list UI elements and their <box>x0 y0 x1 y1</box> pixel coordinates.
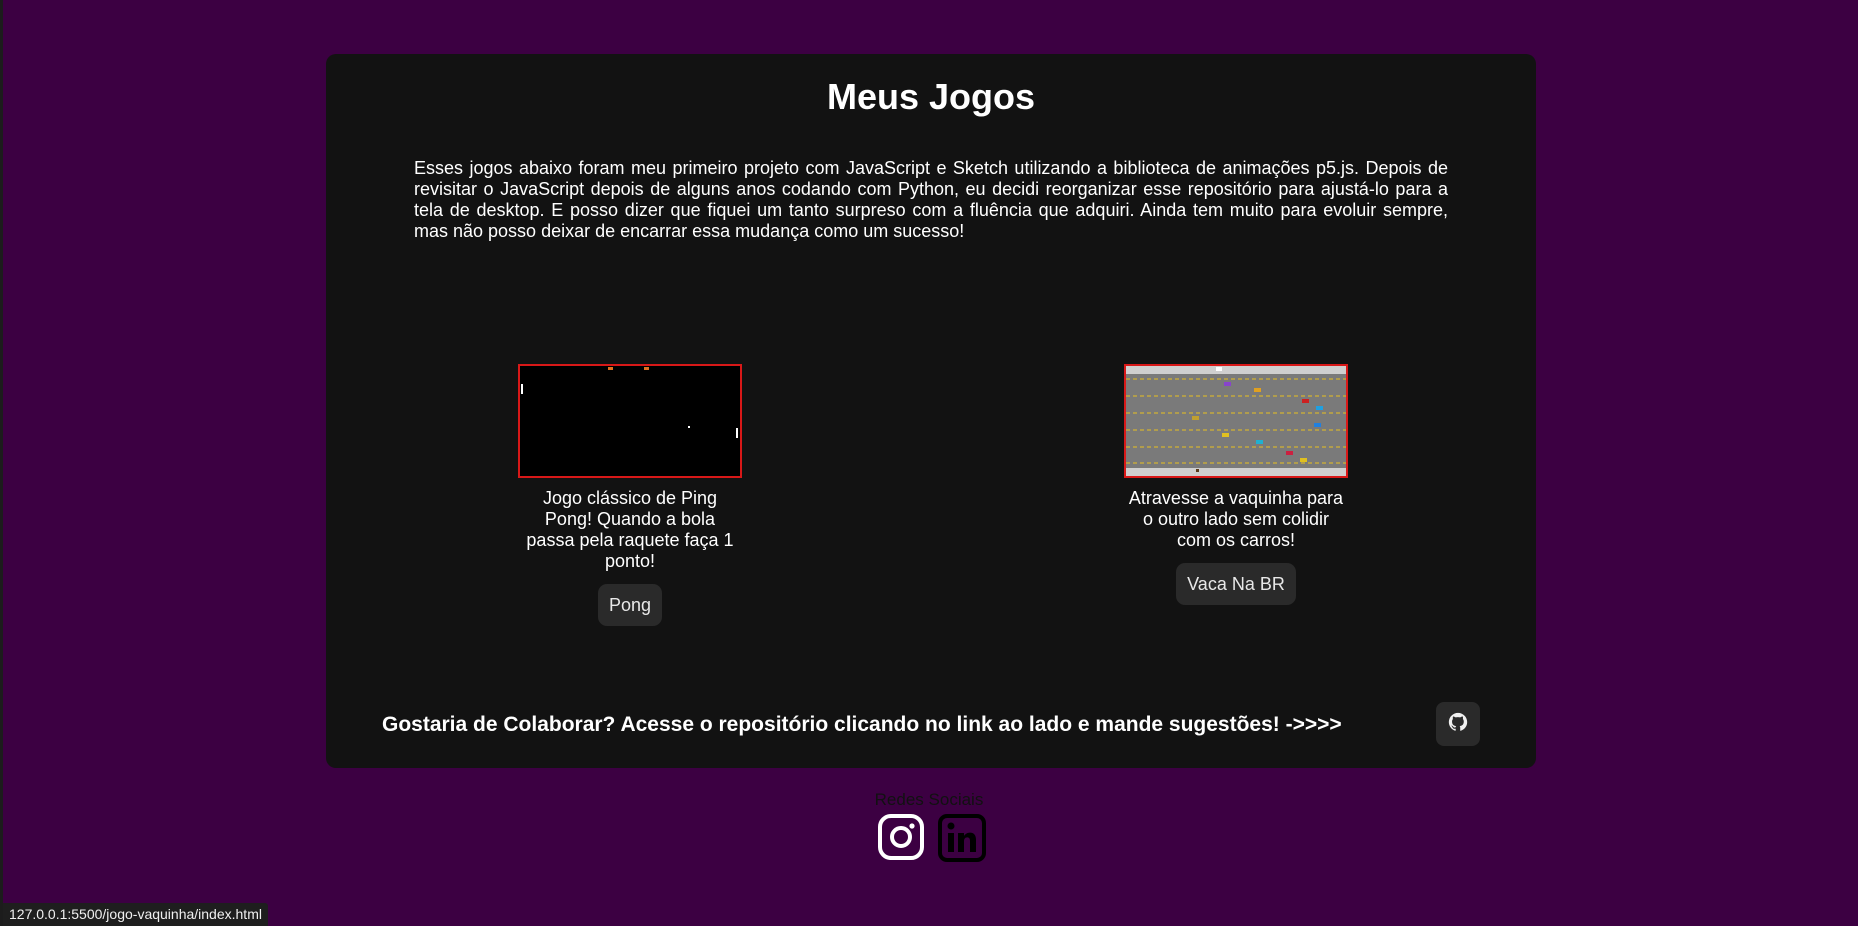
intro-paragraph: Esses jogos abaixo foram meu primeiro pr… <box>414 158 1448 241</box>
instagram-icon <box>878 814 924 864</box>
vaca-na-br-button[interactable]: Vaca Na BR <box>1176 563 1296 605</box>
github-button[interactable] <box>1436 702 1480 746</box>
collaborate-text: Gostaria de Colaborar? Acesse o repositó… <box>382 713 1342 736</box>
game-card-pong: Jogo clássico de Ping Pong! Quando a bol… <box>518 364 742 626</box>
game-card-vaca: Atravesse a vaquinha para o outro lado s… <box>1124 364 1348 605</box>
linkedin-link[interactable] <box>938 814 986 867</box>
main-card: Meus Jogos Esses jogos abaixo foram meu … <box>326 54 1536 768</box>
game-description: Atravesse a vaquinha para o outro lado s… <box>1128 488 1344 550</box>
linkedin-icon <box>938 814 986 866</box>
game-description: Jogo clássico de Ping Pong! Quando a bol… <box>526 488 734 571</box>
pong-thumbnail[interactable] <box>518 364 742 478</box>
pong-button[interactable]: Pong <box>597 584 663 626</box>
social-icons <box>878 814 986 867</box>
pong-screen <box>520 366 740 476</box>
instagram-link[interactable] <box>878 814 924 867</box>
page-title: Meus Jogos <box>826 76 1036 117</box>
status-bar-url: 127.0.0.1:5500/jogo-vaquinha/index.html <box>3 903 268 926</box>
road-screen <box>1126 366 1346 476</box>
github-icon <box>1447 711 1469 738</box>
window-edge <box>0 0 3 926</box>
vaca-thumbnail[interactable] <box>1124 364 1348 478</box>
social-title: Redes Sociais <box>874 790 984 809</box>
